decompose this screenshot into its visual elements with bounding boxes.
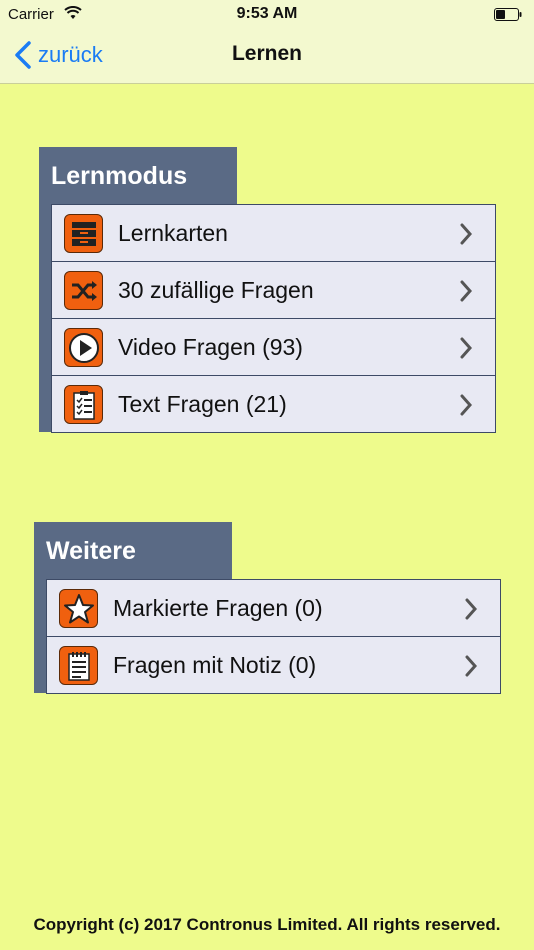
chevron-right-icon [460, 394, 473, 416]
copyright-footer: Copyright (c) 2017 Contronus Limited. Al… [33, 915, 501, 934]
top-bar: Carrier 9:53 AM zurück Lernen [0, 0, 534, 84]
chevron-right-icon [460, 223, 473, 245]
menu-item-questions-with-note[interactable]: Fragen mit Notiz (0) [47, 637, 500, 694]
battery-icon [494, 8, 522, 21]
menu-item-random-questions[interactable]: 30 zufällige Fragen [52, 262, 495, 319]
menu-list: Lernkarten 30 zufällige Fragen Video Fra… [51, 204, 496, 433]
menu-item-label: Fragen mit Notiz (0) [113, 652, 317, 678]
navigation-bar: zurück Lernen [0, 28, 534, 83]
note-icon [59, 646, 98, 685]
menu-item-text-questions[interactable]: Text Fragen (21) [52, 376, 495, 433]
menu-item-lernkarten[interactable]: Lernkarten [52, 205, 495, 262]
menu-item-label: Lernkarten [118, 220, 228, 246]
menu-item-label: Video Fragen (93) [118, 334, 303, 360]
menu-item-label: 30 zufällige Fragen [118, 277, 314, 303]
star-icon [59, 589, 98, 628]
shuffle-icon [64, 271, 103, 310]
menu-item-label: Text Fragen (21) [118, 391, 287, 417]
chevron-right-icon [465, 598, 478, 620]
menu-list: Markierte Fragen (0) Fragen mit Notiz (0… [46, 579, 501, 694]
menu-item-video-questions[interactable]: Video Fragen (93) [52, 319, 495, 376]
chevron-right-icon [460, 280, 473, 302]
play-icon [64, 328, 103, 367]
section-title: Weitere [34, 522, 232, 580]
chevron-right-icon [465, 655, 478, 677]
chevron-right-icon [460, 337, 473, 359]
page-title: Lernen [231, 42, 302, 65]
menu-item-marked-questions[interactable]: Markierte Fragen (0) [47, 580, 500, 637]
clock: 9:53 AM [236, 5, 298, 22]
menu-item-label: Markierte Fragen (0) [113, 595, 323, 621]
section-title: Lernmodus [39, 147, 237, 205]
card-box-icon [64, 214, 103, 253]
status-bar: Carrier 9:53 AM [0, 0, 534, 28]
checklist-icon [64, 385, 103, 424]
